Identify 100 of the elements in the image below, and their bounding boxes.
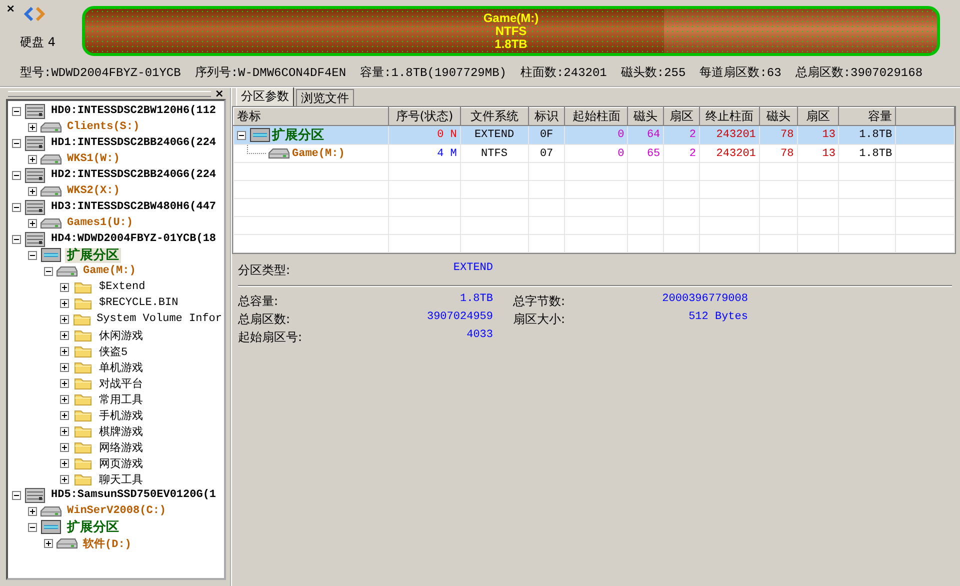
tree-item[interactable]: 单机游戏: [97, 360, 145, 374]
expand-toggle[interactable]: [60, 282, 69, 292]
expand-toggle[interactable]: [60, 298, 69, 308]
field-value: EXTEND: [452, 262, 493, 276]
tree-item[interactable]: WKS1(W:): [65, 153, 122, 165]
column-header[interactable]: 扇区: [797, 108, 839, 126]
volume-label: 扩展分区: [272, 126, 324, 144]
tree-item[interactable]: 聊天工具: [97, 472, 145, 486]
field-label: 分区类型:: [238, 262, 292, 279]
tree-item[interactable]: 软件(D:): [81, 536, 134, 550]
tree-item[interactable]: HD2:INTESSDSC2BB240G6(224: [49, 169, 218, 181]
expand-toggle[interactable]: [28, 506, 37, 516]
drive-icon: [40, 122, 62, 132]
folder-icon: [74, 344, 92, 358]
expand-toggle[interactable]: [28, 250, 37, 260]
expand-toggle[interactable]: [12, 170, 21, 180]
expand-toggle[interactable]: [60, 458, 69, 468]
tree-item[interactable]: 手机游戏: [97, 408, 145, 422]
expand-toggle[interactable]: [28, 154, 37, 164]
expand-toggle[interactable]: [60, 474, 69, 484]
tree-item[interactable]: 休闲游戏: [97, 328, 145, 342]
drive-icon: [268, 148, 290, 159]
close-button[interactable]: ×: [214, 88, 224, 98]
drive-icon: [56, 538, 78, 548]
expand-toggle[interactable]: [12, 138, 21, 148]
folder-icon: [74, 408, 92, 422]
tree-item[interactable]: HD5:SamsunSSD750EV0120G(1: [49, 489, 218, 501]
partition-bar[interactable]: Game(M:) NTFS 1.8TB: [82, 6, 940, 56]
expand-toggle[interactable]: [12, 490, 21, 500]
tab[interactable]: 分区参数: [236, 87, 294, 106]
tree-item[interactable]: HD0:INTESSDSC2BW120H6(112: [49, 105, 218, 117]
table-cell: 4 M: [388, 144, 460, 162]
disk-info-text: 序列号:W-DMW6CON4DF4EN: [194, 64, 346, 80]
column-header[interactable]: 磁头: [759, 108, 798, 126]
tree-item[interactable]: HD3:INTESSDSC2BW480H6(447: [49, 201, 218, 213]
expand-toggle[interactable]: [28, 218, 37, 228]
column-header[interactable]: 起始柱面: [564, 108, 628, 126]
tree-item[interactable]: 网页游戏: [97, 456, 145, 470]
disk-label: 硬盘 4: [20, 34, 56, 51]
column-header[interactable]: 容量: [838, 108, 896, 126]
expand-toggle[interactable]: [237, 130, 246, 140]
tree-item[interactable]: Game(M:): [81, 265, 138, 277]
expand-toggle[interactable]: [12, 106, 21, 116]
tree-item[interactable]: WKS2(X:): [65, 185, 122, 197]
column-header[interactable]: 扇区: [664, 108, 700, 126]
column-header[interactable]: 文件系统: [460, 108, 528, 126]
drive-icon: [40, 154, 62, 164]
column-header[interactable]: 标识: [528, 108, 565, 126]
expand-toggle[interactable]: [12, 234, 21, 244]
tree-item[interactable]: 扩展分区: [65, 520, 121, 534]
tab[interactable]: 浏览文件: [296, 89, 354, 106]
disk-info-text: 每道扇区数:63: [700, 64, 782, 80]
tree-item[interactable]: 侠盗5: [97, 344, 130, 358]
column-header[interactable]: 磁头: [628, 108, 664, 126]
table-cell: 0: [564, 126, 628, 144]
expand-toggle[interactable]: [12, 202, 21, 212]
folder-icon: [74, 456, 92, 470]
close-button[interactable]: ×: [6, 2, 16, 15]
table-row[interactable]: 扩展分区 0 N EXTEND 0F 0 64 2 243201 78 13 1.8TB: [234, 126, 954, 144]
drive-icon: [40, 186, 62, 196]
table-cell: 13: [797, 126, 839, 144]
tree-item[interactable]: WinSerV2008(C:): [65, 505, 168, 517]
tree-item[interactable]: 常用工具: [97, 392, 145, 406]
field-label: 起始扇区号:: [238, 329, 304, 346]
expand-toggle[interactable]: [60, 330, 69, 340]
disk-info-text: 柱面数:243201: [520, 64, 607, 80]
tree-item[interactable]: $RECYCLE.BIN: [97, 297, 180, 309]
table-row[interactable]: Game(M:) 4 M NTFS 07 0 65 2 243201 78 13 1.8TB: [234, 144, 954, 162]
tree-item[interactable]: System Volume Infor: [94, 313, 224, 325]
tree-item[interactable]: $Extend: [97, 281, 148, 293]
folder-icon: [74, 280, 92, 294]
expand-toggle[interactable]: [60, 426, 69, 436]
expand-toggle[interactable]: [60, 442, 69, 452]
tree-item[interactable]: HD4:WDWD2004FBYZ-01YCB(18: [49, 233, 218, 245]
tree-item[interactable]: Games1(U:): [65, 217, 136, 229]
expand-toggle[interactable]: [60, 394, 69, 404]
tree-item[interactable]: 扩展分区: [65, 248, 121, 262]
expand-toggle[interactable]: [28, 186, 37, 196]
tree-item[interactable]: 棋牌游戏: [97, 424, 145, 438]
expand-toggle[interactable]: [44, 266, 53, 276]
partition-icon: [250, 128, 270, 142]
tree-item[interactable]: 对战平台: [97, 376, 145, 390]
expand-toggle[interactable]: [60, 314, 69, 324]
folder-icon: [74, 424, 92, 438]
column-header[interactable]: 卷标: [234, 108, 389, 126]
column-header[interactable]: 序号(状态): [388, 108, 460, 126]
expand-toggle[interactable]: [44, 538, 53, 548]
column-header[interactable]: 终止柱面: [700, 108, 760, 126]
table-cell: 1.8TB: [838, 126, 896, 144]
expand-toggle[interactable]: [60, 346, 69, 356]
table-cell: 0: [564, 144, 628, 162]
expand-toggle[interactable]: [60, 378, 69, 388]
tree-item[interactable]: Clients(S:): [65, 121, 142, 133]
expand-toggle[interactable]: [60, 410, 69, 420]
tree-item[interactable]: HD1:INTESSDSC2BB240G6(224: [49, 137, 218, 149]
tree-item[interactable]: 网络游戏: [97, 440, 145, 454]
expand-toggle[interactable]: [28, 122, 37, 132]
table-cell: 2: [664, 126, 700, 144]
expand-toggle[interactable]: [60, 362, 69, 372]
expand-toggle[interactable]: [28, 522, 37, 532]
